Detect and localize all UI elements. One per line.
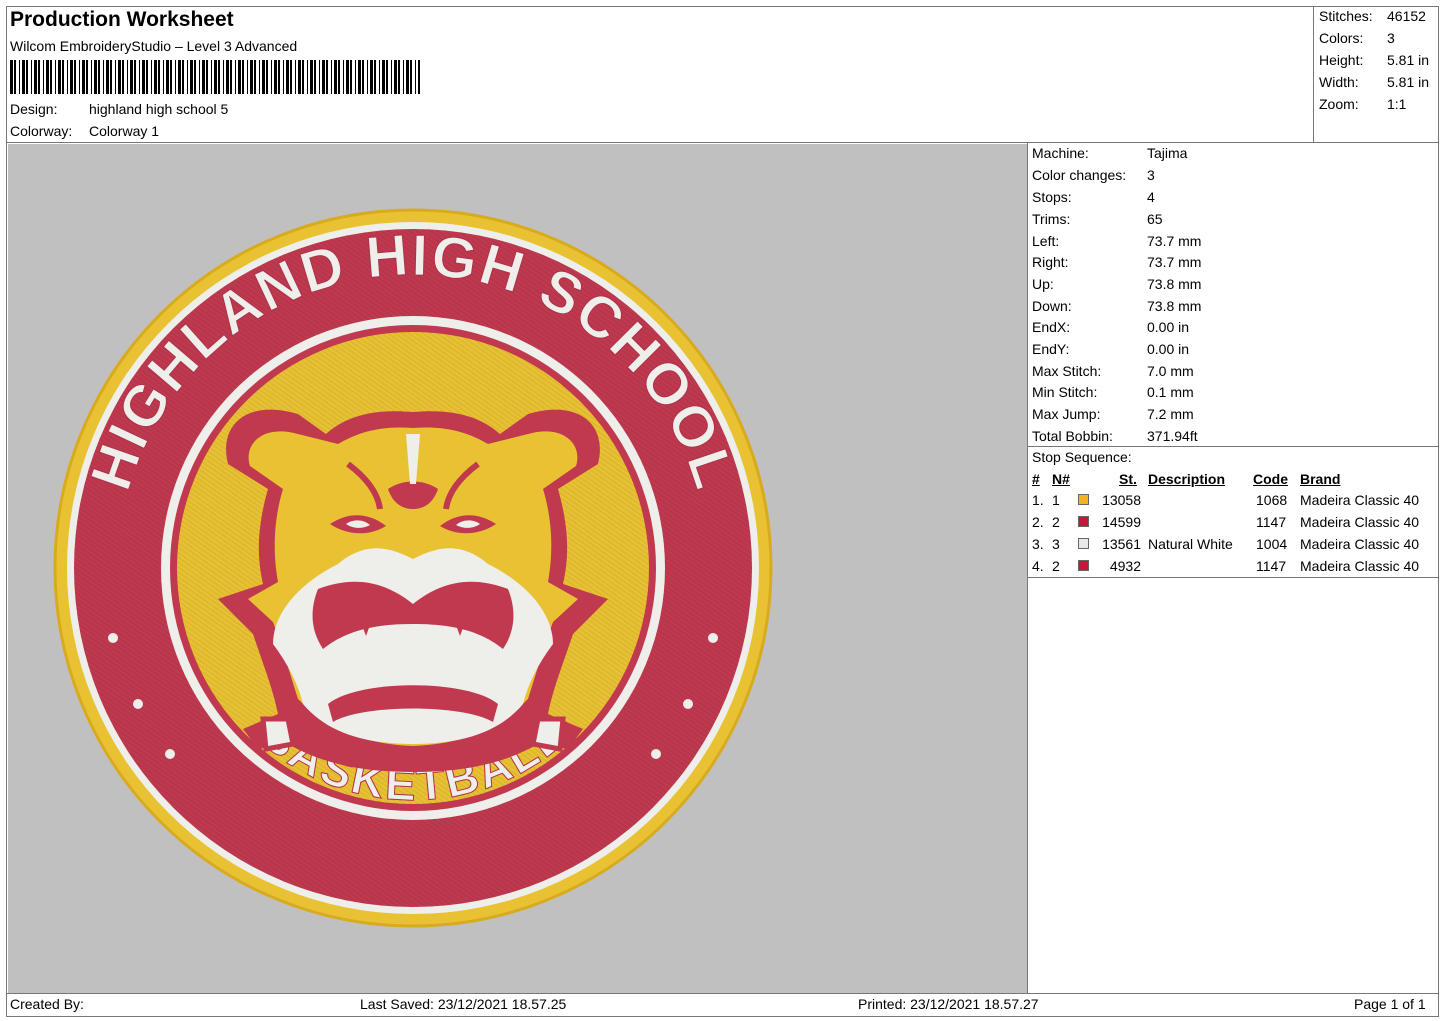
col-header-code: Code	[1253, 471, 1288, 487]
row-needle: 2	[1052, 558, 1060, 574]
row-code: 1004	[1256, 536, 1288, 552]
stats-divider	[1313, 6, 1314, 142]
info-left: Left: 73.7 mm	[1032, 233, 1202, 249]
embroidery-design: HIGHLAND HIGH SCHOOL BASKETBALL	[53, 208, 773, 928]
stop-sequence-title: Stop Sequence:	[1032, 449, 1132, 465]
info-max-stitch: Max Stitch: 7.0 mm	[1032, 363, 1194, 379]
page-number: Page 1 of 1	[1354, 996, 1426, 1012]
col-header-brand: Brand	[1300, 471, 1341, 487]
color-swatch	[1078, 560, 1089, 571]
design-value: highland high school 5	[89, 101, 229, 117]
info-up: Up: 73.8 mm	[1032, 276, 1202, 292]
row-stitches: 14599	[1102, 514, 1141, 530]
info-right: Right: 73.7 mm	[1032, 254, 1202, 270]
page-title: Production Worksheet	[10, 8, 234, 31]
row-num: 3.	[1032, 536, 1044, 552]
row-brand: Madeira Classic 40	[1300, 514, 1420, 530]
design-label: Design:	[10, 101, 58, 117]
col-header-num: #	[1032, 471, 1040, 487]
col-header-description: Description	[1148, 471, 1226, 487]
row-code: 1147	[1256, 514, 1287, 530]
created-by: Created By:	[10, 996, 84, 1012]
info-divider	[1027, 446, 1439, 447]
bulldog-mascot	[218, 409, 608, 772]
info-endy: EndY: 0.00 in	[1032, 341, 1190, 357]
row-needle: 3	[1052, 536, 1060, 552]
row-num: 4.	[1032, 558, 1044, 574]
last-saved: Last Saved: 23/12/2021 18.57.25	[360, 996, 567, 1012]
software-name: Wilcom EmbroideryStudio – Level 3 Advanc…	[10, 38, 298, 54]
row-code: 1068	[1256, 492, 1288, 508]
info-min-stitch: Min Stitch: 0.1 mm	[1032, 384, 1194, 400]
stat-height: Height: 5.81 in	[1319, 52, 1430, 68]
barcode	[10, 60, 420, 94]
info-stops: Stops: 4	[1032, 189, 1155, 205]
header-divider	[6, 142, 1439, 143]
stat-width: Width: 5.81 in	[1319, 74, 1430, 90]
info-down: Down: 73.8 mm	[1032, 298, 1202, 314]
info-color-changes: Color changes: 3	[1032, 167, 1155, 183]
row-code: 1147	[1256, 558, 1287, 574]
color-swatch	[1078, 494, 1089, 505]
design-preview: HIGHLAND HIGH SCHOOL BASKETBALL	[8, 144, 1027, 993]
info-trims: Trims: 65	[1032, 211, 1163, 227]
row-num: 2.	[1032, 514, 1044, 530]
row-stitches: 4932	[1109, 558, 1141, 574]
row-num: 1.	[1032, 492, 1044, 508]
sequence-divider	[1027, 577, 1439, 578]
row-brand: Madeira Classic 40	[1300, 492, 1420, 508]
row-needle: 2	[1052, 514, 1060, 530]
row-brand: Madeira Classic 40	[1300, 558, 1420, 574]
color-swatch	[1078, 538, 1089, 549]
row-needle: 1	[1052, 492, 1060, 508]
footer-divider	[6, 993, 1439, 994]
colorway-value: Colorway 1	[89, 123, 160, 139]
col-header-n: N#	[1052, 471, 1070, 487]
row-description: Natural White	[1148, 536, 1233, 552]
col-header-st: St.	[1119, 471, 1137, 487]
stat-zoom: Zoom: 1:1	[1319, 96, 1407, 112]
info-total-bobbin: Total Bobbin: 371.94ft	[1032, 428, 1198, 444]
row-brand: Madeira Classic 40	[1300, 536, 1420, 552]
color-swatch	[1078, 516, 1089, 527]
stat-colors: Colors: 3	[1319, 30, 1395, 46]
info-max-jump: Max Jump: 7.2 mm	[1032, 406, 1194, 422]
preview-divider	[1027, 142, 1028, 993]
info-endx: EndX: 0.00 in	[1032, 319, 1190, 335]
row-stitches: 13561	[1102, 536, 1141, 552]
info-machine: Machine: Tajima	[1032, 145, 1188, 161]
printed-date: Printed: 23/12/2021 18.57.27	[858, 996, 1039, 1012]
stat-stitches: Stitches: 46152	[1319, 8, 1426, 24]
colorway-label: Colorway:	[10, 123, 73, 139]
row-stitches: 13058	[1102, 492, 1141, 508]
